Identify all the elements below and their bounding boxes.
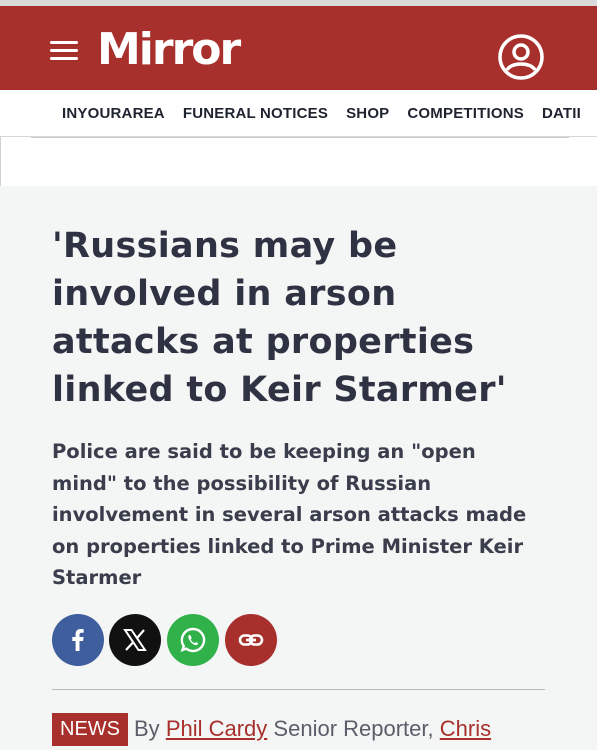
article-divider (52, 689, 545, 690)
article-standfirst: Police are said to be keeping an "open m… (52, 440, 527, 589)
copy-link-icon (238, 634, 264, 646)
x-twitter-icon (123, 629, 147, 651)
nav-item-inyourarea[interactable]: INYOURAREA (62, 105, 165, 122)
user-account-icon[interactable] (497, 33, 545, 81)
article-headline: 'Russians may be involved in arson attac… (52, 226, 507, 410)
section-badge[interactable]: NEWS (52, 713, 128, 746)
author-link-chris[interactable]: Chris (440, 716, 491, 741)
nav-item-dating[interactable]: DATII (542, 105, 581, 122)
site-header: Mirror (0, 0, 597, 90)
facebook-icon (72, 629, 84, 651)
nav-item-funeral-notices[interactable]: FUNERAL NOTICES (183, 105, 328, 122)
hamburger-menu-icon[interactable] (50, 41, 78, 61)
share-copy-link-button[interactable] (225, 614, 277, 666)
byline-prefix: By (134, 716, 160, 741)
ad-placeholder (0, 136, 597, 186)
share-whatsapp-button[interactable] (167, 614, 219, 666)
share-x-button[interactable] (109, 614, 161, 666)
nav-item-competitions[interactable]: COMPETITIONS (407, 105, 524, 122)
site-logo[interactable]: Mirror (97, 28, 241, 72)
author-link-phil-cardy[interactable]: Phil Cardy (166, 716, 267, 741)
whatsapp-icon (180, 627, 206, 653)
nav-item-shop[interactable]: SHOP (346, 105, 389, 122)
section-nav: INYOURAREA FUNERAL NOTICES SHOP COMPETITION… (0, 90, 597, 136)
article-byline: By Phil Cardy Senior Reporter, Chris (134, 716, 491, 742)
author-role: Senior Reporter, (273, 716, 434, 741)
divider (31, 137, 569, 138)
share-facebook-button[interactable] (52, 614, 104, 666)
